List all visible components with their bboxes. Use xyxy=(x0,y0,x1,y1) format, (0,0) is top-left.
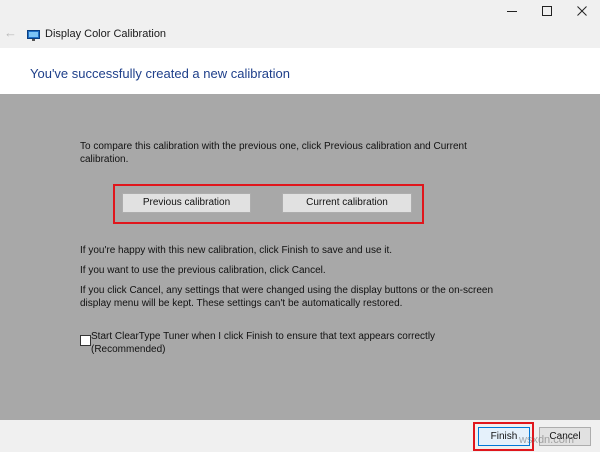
title-bar: ← Display Color Calibration xyxy=(0,0,600,48)
main-content: To compare this calibration with the pre… xyxy=(0,94,600,420)
cleartype-label[interactable]: Start ClearType Tuner when I click Finis… xyxy=(91,330,471,356)
current-calibration-button[interactable]: Current calibration xyxy=(282,193,412,213)
compare-instructions: To compare this calibration with the pre… xyxy=(80,141,467,165)
cancel-warning: If you click Cancel, any settings that w… xyxy=(80,285,494,309)
maximize-button[interactable] xyxy=(530,0,564,22)
display-monitor-icon xyxy=(27,28,40,41)
page-title: You've successfully created a new calibr… xyxy=(30,66,290,81)
window-title: Display Color Calibration xyxy=(45,28,167,40)
close-icon xyxy=(577,6,587,16)
wizard-footer: Finish Cancel wsxdn.com xyxy=(0,420,600,452)
finish-instructions: If you're happy with this new calibratio… xyxy=(80,245,393,256)
close-button[interactable] xyxy=(565,0,599,22)
wizard-header: You've successfully created a new calibr… xyxy=(0,48,600,94)
maximize-icon xyxy=(542,6,552,16)
back-arrow-icon[interactable]: ← xyxy=(4,25,18,41)
minimize-icon xyxy=(507,11,517,12)
previous-calibration-button[interactable]: Previous calibration xyxy=(122,193,251,213)
cancel-previous-instructions: If you want to use the previous calibrat… xyxy=(80,265,326,276)
watermark-text: wsxdn.com xyxy=(519,434,575,446)
minimize-button[interactable] xyxy=(495,0,529,22)
cleartype-checkbox[interactable] xyxy=(80,335,91,346)
